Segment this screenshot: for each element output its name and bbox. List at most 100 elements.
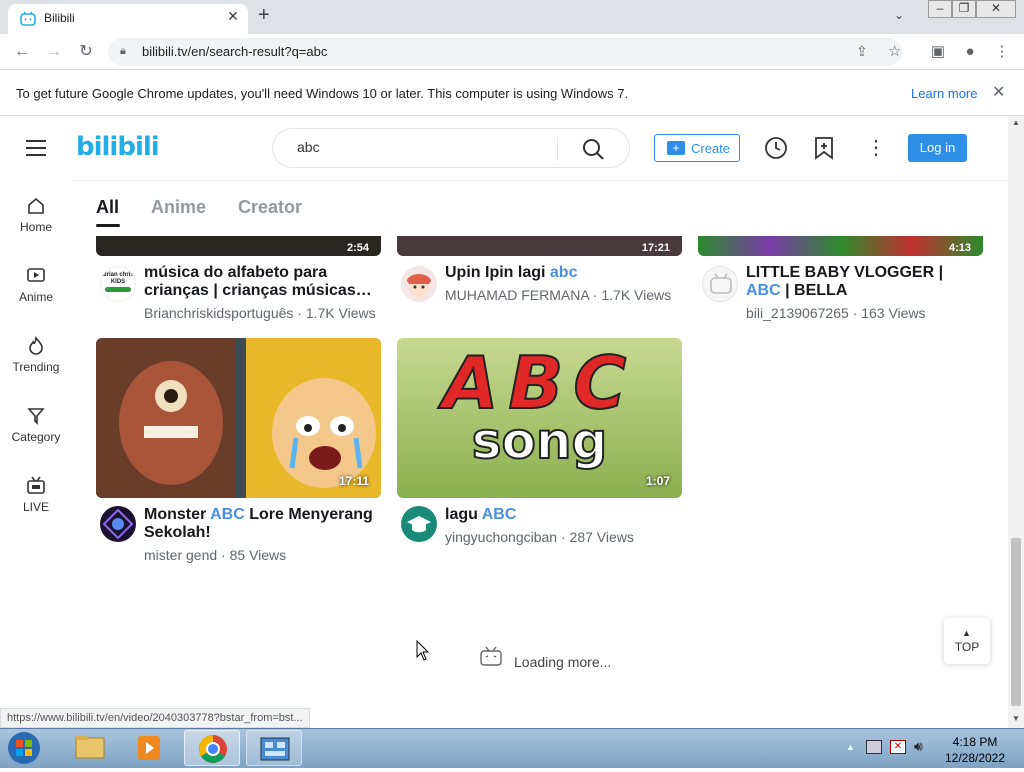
sidebar-item-home[interactable]: Home <box>0 196 72 234</box>
chrome-taskbar-icon[interactable] <box>184 730 240 766</box>
sidebar-item-anime[interactable]: Anime <box>0 266 72 304</box>
avatar-badge: Brian chris KIDS <box>102 272 134 285</box>
profile-icon[interactable]: ● <box>960 42 980 62</box>
tab-search-chevron-icon[interactable]: ⌄ <box>894 8 904 22</box>
channel-avatar[interactable] <box>100 506 136 542</box>
channel-name[interactable]: mister gend <box>144 547 217 563</box>
channel-avatar[interactable] <box>401 266 437 302</box>
loading-tv-icon <box>480 646 502 666</box>
sidebar-label-category: Category <box>11 430 61 444</box>
sidebar-item-trending[interactable]: Trending <box>0 336 72 374</box>
forward-icon[interactable]: → <box>44 42 64 62</box>
chrome-menu-icon[interactable]: ⋮ <box>992 42 1012 62</box>
video-duration: 1:07 <box>645 474 670 488</box>
link-status-bubble: https://www.bilibili.tv/en/video/2040303… <box>0 708 310 728</box>
channel-name[interactable]: Brianchriskidsportuguês <box>144 305 293 321</box>
sidebar-label-home: Home <box>19 220 52 234</box>
clock-date: 12/28/2022 <box>944 751 1006 765</box>
login-button[interactable]: Log in <box>908 134 967 162</box>
meta-separator: · <box>848 305 862 321</box>
back-to-top-button[interactable]: ▲ TOP <box>944 618 990 664</box>
create-label: Create <box>691 141 731 156</box>
scrollbar-thumb[interactable] <box>1011 538 1021 706</box>
sidebar-item-live[interactable]: LIVE <box>0 476 72 514</box>
video-title[interactable]: música do alfabeto para crianças | crian… <box>144 264 380 300</box>
video-thumbnail[interactable]: 17:21 <box>397 236 682 256</box>
video-thumbnail[interactable]: 2:54 <box>96 236 381 256</box>
favorites-bookmark-icon[interactable] <box>814 136 834 160</box>
infobar-close-icon[interactable]: ✕ <box>992 82 1005 102</box>
omnibox[interactable]: 🔒︎ bilibili.tv/en/search-result?q=abc ⇪ … <box>108 38 902 66</box>
channel-name[interactable]: bili_2139067265 <box>746 305 849 321</box>
more-options-icon[interactable]: ⋮ <box>866 138 886 160</box>
browser-tab[interactable]: Bilibili ✕ <box>8 4 248 34</box>
video-thumbnail[interactable]: 17:11 <box>96 338 381 498</box>
search-highlight: abc <box>549 264 578 281</box>
window-close-icon[interactable]: ✕ <box>976 0 1016 18</box>
tab-anime[interactable]: Anime <box>151 197 206 218</box>
anime-tv-icon <box>27 268 45 282</box>
windows-start-icon[interactable] <box>4 730 44 766</box>
clock-time: 4:18 PM <box>952 735 998 749</box>
channel-avatar[interactable]: Brian chris KIDS <box>100 266 136 302</box>
scroll-up-icon[interactable]: ▲ <box>1012 118 1020 127</box>
channel-name[interactable]: yingyuchongciban <box>445 529 557 545</box>
video-title[interactable]: Monster ABC Lore Menyerang Sekolah! <box>144 506 380 542</box>
tab-creator[interactable]: Creator <box>238 197 302 218</box>
video-title-text: lagu <box>445 506 482 523</box>
search-icon[interactable] <box>581 137 605 161</box>
trending-flame-icon <box>29 336 43 355</box>
channel-avatar[interactable] <box>401 506 437 542</box>
page-scrollbar[interactable]: ▲ ▼ <box>1008 116 1024 728</box>
video-title[interactable]: lagu ABC <box>445 506 681 524</box>
loading-text: Loading more... <box>514 654 612 670</box>
file-explorer-taskbar-icon[interactable] <box>62 730 118 766</box>
meta-separator: · <box>557 529 570 545</box>
side-panel-icon[interactable]: ▣ <box>928 42 948 62</box>
tab-close-icon[interactable]: ✕ <box>224 8 242 25</box>
action-center-flag-icon[interactable]: ✕ <box>890 740 906 754</box>
learn-more-link[interactable]: Learn more <box>911 86 977 101</box>
taskbar-clock[interactable]: 4:18 PM 12/28/2022 <box>940 734 1010 766</box>
video-title-line: Sekolah! <box>144 524 211 541</box>
video-thumbnail[interactable]: 4:13 <box>698 236 983 256</box>
network-icon[interactable] <box>866 740 882 754</box>
thumbnail-song-text: song <box>471 411 609 471</box>
avatar-anime-face <box>407 274 431 297</box>
menu-hamburger-icon[interactable] <box>26 140 46 156</box>
share-icon[interactable]: ⇪ <box>856 43 868 60</box>
meta-separator: · <box>588 287 602 303</box>
video-duration: 17:21 <box>641 242 670 254</box>
view-count: 287 Views <box>569 529 634 545</box>
minimize-icon[interactable]: – <box>928 0 952 18</box>
update-infobar: To get future Google Chrome updates, you… <box>0 70 1024 116</box>
active-tab-indicator <box>96 224 120 227</box>
back-icon[interactable]: ← <box>12 42 32 62</box>
video-title[interactable]: Upin Ipin lagi abc <box>445 264 681 282</box>
show-hidden-icons-icon[interactable]: ▲ <box>846 742 855 752</box>
new-tab-icon[interactable]: + <box>258 4 270 27</box>
create-button[interactable]: + Create <box>654 134 740 162</box>
history-clock-icon[interactable] <box>764 136 788 160</box>
video-title-text: Lore Menyerang <box>244 506 373 523</box>
sidebar-item-category[interactable]: Category <box>0 406 72 444</box>
tab-all[interactable]: All <box>96 197 119 218</box>
restore-icon[interactable]: ❐ <box>952 0 976 18</box>
search-input[interactable] <box>297 139 547 155</box>
search-highlight: ABC <box>481 506 517 523</box>
control-panel-taskbar-icon[interactable] <box>246 730 302 766</box>
bookmark-star-icon[interactable]: ☆ <box>888 42 901 60</box>
avatar-badge-stripe <box>105 287 131 292</box>
channel-avatar[interactable] <box>702 266 738 302</box>
channel-name[interactable]: MUHAMAD FERMANA <box>445 287 589 303</box>
scroll-down-icon[interactable]: ▼ <box>1012 714 1020 723</box>
video-title[interactable]: LITTLE BABY VLOGGER | ABC | BELLA <box>746 264 982 300</box>
media-player-taskbar-icon[interactable] <box>122 730 178 766</box>
reload-icon[interactable]: ↻ <box>76 42 96 62</box>
video-thumbnail[interactable]: ABC song 1:07 <box>397 338 682 498</box>
url-text[interactable]: bilibili.tv/en/search-result?q=abc <box>142 44 327 59</box>
volume-icon[interactable]: 🔊︎ <box>914 738 923 755</box>
tab-title: Bilibili <box>44 11 75 25</box>
bilibili-logo[interactable]: bilibili <box>76 132 160 162</box>
bilibili-tab-icon <box>20 11 36 26</box>
